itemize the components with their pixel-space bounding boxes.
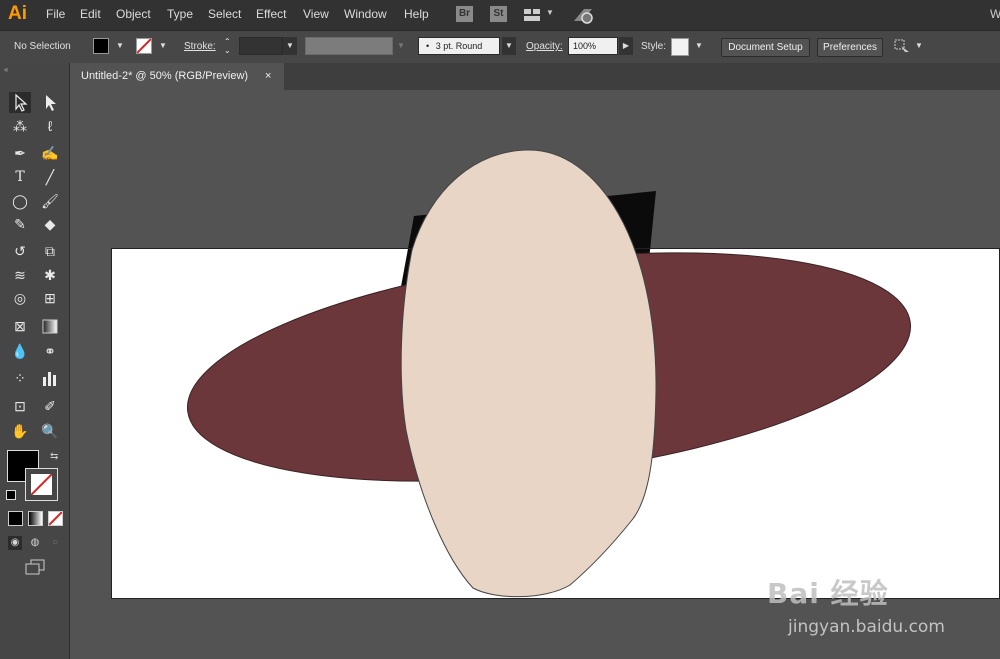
beige-egg-shape[interactable] xyxy=(400,149,657,598)
baidu-watermark-url: jingyan.baidu.com xyxy=(788,617,945,637)
artwork-layer xyxy=(111,149,1000,598)
baidu-watermark-logo: Bai 经验 xyxy=(767,577,889,610)
